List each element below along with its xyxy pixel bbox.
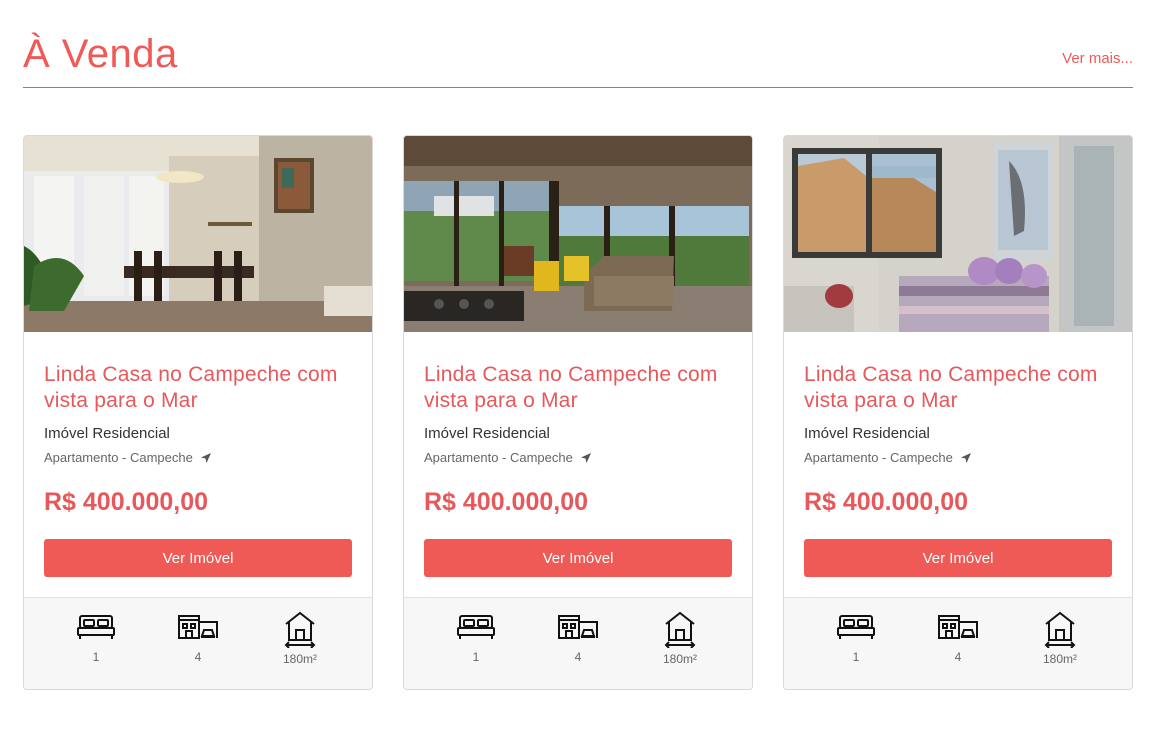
listing-type: Imóvel Residencial (44, 425, 170, 442)
view-property-button[interactable]: Ver Imóvel (424, 539, 732, 577)
feature-bedrooms: 1 (436, 610, 516, 664)
garage-icon (178, 615, 218, 639)
feature-area: 180m² (640, 610, 720, 666)
listing-location-text: Apartamento - Campeche (424, 450, 573, 465)
listing-title[interactable]: Linda Casa no Campeche com vista para o … (44, 362, 359, 414)
feature-garages: 4 (158, 610, 238, 664)
listing-card[interactable]: Linda Casa no Campeche com vista para o … (783, 135, 1133, 690)
feature-area: 180m² (1020, 610, 1100, 666)
listing-photo-living-room[interactable] (404, 136, 752, 332)
location-arrow-icon (580, 452, 591, 463)
location-arrow-icon (960, 452, 971, 463)
garages-count: 4 (574, 650, 582, 664)
listing-price: R$ 400.000,00 (424, 488, 589, 516)
bedrooms-count: 1 (472, 650, 480, 664)
listing-location: Apartamento - Campeche (804, 450, 972, 465)
house-area-icon (664, 611, 696, 648)
feature-garages: 4 (538, 610, 618, 664)
section-title: À Venda (23, 32, 178, 76)
listing-price: R$ 400.000,00 (804, 488, 969, 516)
section-header: À Venda Ver mais... (23, 28, 1133, 88)
listing-photo-dining-room[interactable] (24, 136, 372, 332)
listing-location: Apartamento - Campeche (424, 450, 592, 465)
listing-type: Imóvel Residencial (424, 425, 550, 442)
listing-features: 1 4 180m² (784, 597, 1132, 689)
listing-title[interactable]: Linda Casa no Campeche com vista para o … (804, 362, 1119, 414)
garage-icon (938, 615, 978, 639)
feature-bedrooms: 1 (816, 610, 896, 664)
view-property-button[interactable]: Ver Imóvel (44, 539, 352, 577)
listing-features: 1 4 180m² (24, 597, 372, 689)
house-area-icon (1044, 611, 1076, 648)
feature-area: 180m² (260, 610, 340, 666)
garages-count: 4 (954, 650, 962, 664)
house-area-icon (284, 611, 316, 648)
garage-icon (558, 615, 598, 639)
listing-card[interactable]: Linda Casa no Campeche com vista para o … (23, 135, 373, 690)
view-property-button[interactable]: Ver Imóvel (804, 539, 1112, 577)
feature-bedrooms: 1 (56, 610, 136, 664)
bed-icon (457, 615, 495, 639)
bed-icon (77, 615, 115, 639)
listing-price: R$ 400.000,00 (44, 488, 209, 516)
see-more-link[interactable]: Ver mais... (1062, 50, 1133, 67)
listing-features: 1 4 180m² (404, 597, 752, 689)
bedrooms-count: 1 (852, 650, 860, 664)
bedrooms-count: 1 (92, 650, 100, 664)
listing-card[interactable]: Linda Casa no Campeche com vista para o … (403, 135, 753, 690)
area-value: 180m² (1042, 652, 1077, 666)
area-value: 180m² (662, 652, 697, 666)
location-arrow-icon (200, 452, 211, 463)
listing-type: Imóvel Residencial (804, 425, 930, 442)
listing-location-text: Apartamento - Campeche (44, 450, 193, 465)
listing-title[interactable]: Linda Casa no Campeche com vista para o … (424, 362, 739, 414)
area-value: 180m² (282, 652, 317, 666)
garages-count: 4 (194, 650, 202, 664)
listing-photo-bedroom[interactable] (784, 136, 1132, 332)
listing-location: Apartamento - Campeche (44, 450, 212, 465)
bed-icon (837, 615, 875, 639)
feature-garages: 4 (918, 610, 998, 664)
listing-location-text: Apartamento - Campeche (804, 450, 953, 465)
